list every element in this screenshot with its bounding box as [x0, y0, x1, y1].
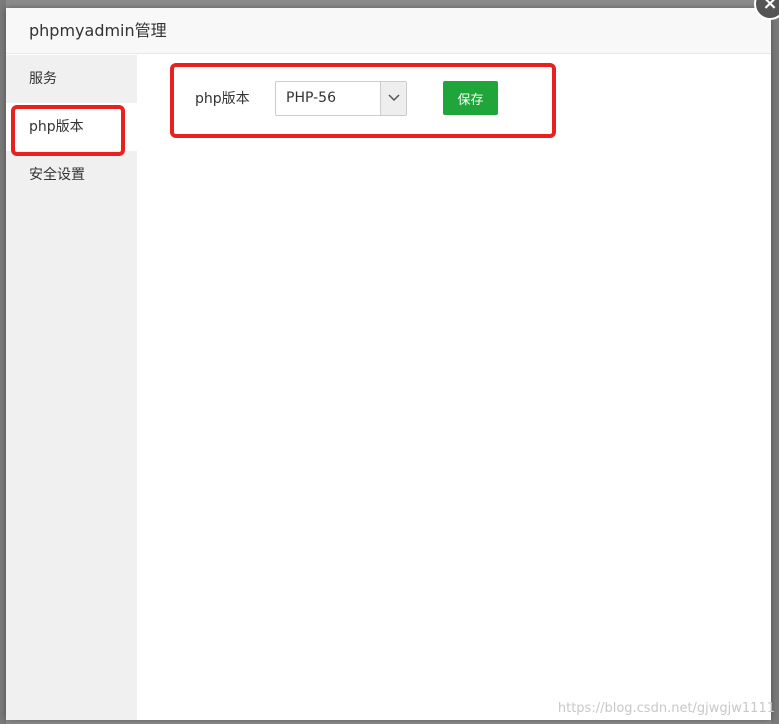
sidebar-item-label: 安全设置 [29, 167, 85, 183]
sidebar-item-security[interactable]: 安全设置 [6, 151, 137, 199]
php-version-form: php版本 PHP-56 保存 [195, 80, 498, 116]
phpmyadmin-dialog: phpmyadmin管理 服务 php版本 安全设置 php版本 PHP-56 … [6, 8, 771, 720]
watermark: https://blog.csdn.net/gjwgjw1111 [557, 701, 775, 716]
sidebar-item-label: php版本 [29, 119, 84, 135]
sidebar-item-label: 服务 [29, 71, 57, 87]
dialog-header: phpmyadmin管理 [6, 8, 771, 54]
save-button[interactable]: 保存 [443, 81, 498, 115]
sidebar-item-php-version[interactable]: php版本 [6, 103, 137, 151]
dialog-title: phpmyadmin管理 [29, 21, 167, 40]
content-panel: php版本 PHP-56 保存 [137, 55, 771, 720]
chevron-down-icon[interactable] [380, 81, 406, 115]
sidebar-nav: 服务 php版本 安全设置 [6, 55, 137, 720]
php-version-select[interactable]: PHP-56 [275, 80, 407, 116]
php-version-label: php版本 [195, 91, 250, 107]
background-page-right [771, 0, 779, 724]
php-version-select-value: PHP-56 [286, 90, 336, 106]
sidebar-item-service[interactable]: 服务 [6, 55, 137, 103]
